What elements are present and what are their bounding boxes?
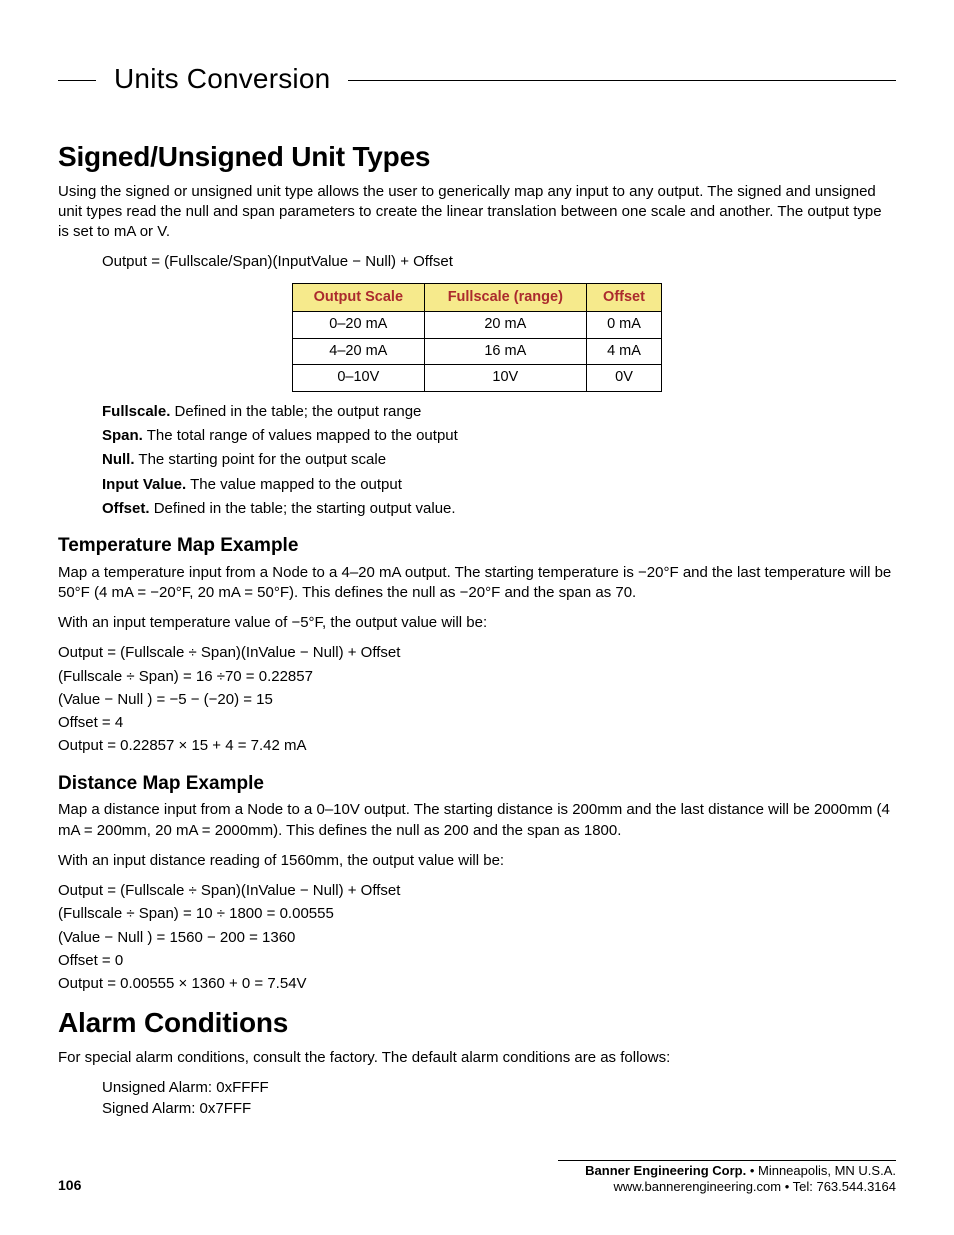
cell: 0V xyxy=(587,365,662,392)
footer-company: Banner Engineering Corp. xyxy=(585,1163,746,1178)
calc-line: (Fullscale ÷ Span) = 16 ÷70 = 0.22857 xyxy=(58,667,896,687)
output-scale-table: Output Scale Fullscale (range) Offset 0–… xyxy=(292,283,662,392)
cell: 16 mA xyxy=(424,338,586,365)
cell: 10V xyxy=(424,365,586,392)
cell: 0–10V xyxy=(293,365,425,392)
header-title: Units Conversion xyxy=(114,60,330,98)
cell: 0 mA xyxy=(587,312,662,339)
calc-line: Output = 0.22857 × 15 + 4 = 7.42 mA xyxy=(58,736,896,756)
calc-line: Output = (Fullscale ÷ Span)(InValue − Nu… xyxy=(58,643,896,663)
calc-line: Offset = 0 xyxy=(58,951,896,971)
section-title-signed: Signed/Unsigned Unit Types xyxy=(58,138,896,176)
cell: 0–20 mA xyxy=(293,312,425,339)
footer-contact: www.bannerengineering.com • Tel: 763.544… xyxy=(585,1179,896,1195)
def-text: The starting point for the output scale xyxy=(138,451,386,468)
def-text: Defined in the table; the starting outpu… xyxy=(154,500,456,517)
alarm-line-signed: Signed Alarm: 0x7FFF xyxy=(102,1099,896,1119)
page-number: 106 xyxy=(58,1176,81,1195)
section-title-alarm: Alarm Conditions xyxy=(58,1004,896,1042)
table-row: 0–20 mA 20 mA 0 mA xyxy=(293,312,662,339)
calc-line: (Fullscale ÷ Span) = 10 ÷ 1800 = 0.00555 xyxy=(58,904,896,924)
signed-formula: Output = (Fullscale/Span)(InputValue − N… xyxy=(102,252,896,272)
table-row: 0–10V 10V 0V xyxy=(293,365,662,392)
calc-line: Offset = 4 xyxy=(58,713,896,733)
table-row: 4–20 mA 16 mA 4 mA xyxy=(293,338,662,365)
def-label: Input Value. xyxy=(102,476,186,493)
subsection-temp: Temperature Map Example xyxy=(58,533,896,559)
cell: 4–20 mA xyxy=(293,338,425,365)
def-input-value: Input Value. The value mapped to the out… xyxy=(102,475,896,495)
def-text: The value mapped to the output xyxy=(190,476,402,493)
header-rule-right xyxy=(348,80,896,81)
table-header-row: Output Scale Fullscale (range) Offset xyxy=(293,283,662,312)
footer-rule xyxy=(558,1160,896,1161)
calc-line: (Value − Null ) = 1560 − 200 = 1360 xyxy=(58,928,896,948)
header-rule-left xyxy=(58,80,96,81)
def-text: Defined in the table; the output range xyxy=(175,403,422,420)
def-label: Span. xyxy=(102,427,143,444)
cell: 20 mA xyxy=(424,312,586,339)
subsection-dist: Distance Map Example xyxy=(58,771,896,797)
def-label: Null. xyxy=(102,451,135,468)
alarm-p1: For special alarm conditions, consult th… xyxy=(58,1048,896,1068)
footer-company-loc: • Minneapolis, MN U.S.A. xyxy=(746,1163,896,1178)
alarm-line-unsigned: Unsigned Alarm: 0xFFFF xyxy=(102,1078,896,1098)
page-footer: 106 Banner Engineering Corp. • Minneapol… xyxy=(58,1160,896,1196)
temp-calc: Output = (Fullscale ÷ Span)(InValue − Nu… xyxy=(58,643,896,756)
cell: 4 mA xyxy=(587,338,662,365)
footer-company-block: Banner Engineering Corp. • Minneapolis, … xyxy=(585,1163,896,1196)
calc-line: (Value − Null ) = −5 − (−20) = 15 xyxy=(58,690,896,710)
col-offset: Offset xyxy=(587,283,662,312)
def-span: Span. The total range of values mapped t… xyxy=(102,426,896,446)
def-fullscale: Fullscale. Defined in the table; the out… xyxy=(102,402,896,422)
calc-line: Output = 0.00555 × 1360 + 0 = 7.54V xyxy=(58,974,896,994)
dist-calc: Output = (Fullscale ÷ Span)(InValue − Nu… xyxy=(58,881,896,994)
signed-intro: Using the signed or unsigned unit type a… xyxy=(58,182,896,243)
dist-p1: Map a distance input from a Node to a 0–… xyxy=(58,800,896,841)
temp-p1: Map a temperature input from a Node to a… xyxy=(58,563,896,604)
def-null: Null. The starting point for the output … xyxy=(102,450,896,470)
col-fullscale: Fullscale (range) xyxy=(424,283,586,312)
page-header: Units Conversion xyxy=(58,60,896,98)
def-label: Fullscale. xyxy=(102,403,170,420)
temp-p2: With an input temperature value of −5°F,… xyxy=(58,613,896,633)
calc-line: Output = (Fullscale ÷ Span)(InValue − Nu… xyxy=(58,881,896,901)
dist-p2: With an input distance reading of 1560mm… xyxy=(58,851,896,871)
def-offset: Offset. Defined in the table; the starti… xyxy=(102,499,896,519)
def-label: Offset. xyxy=(102,500,150,517)
col-output-scale: Output Scale xyxy=(293,283,425,312)
def-text: The total range of values mapped to the … xyxy=(147,427,458,444)
